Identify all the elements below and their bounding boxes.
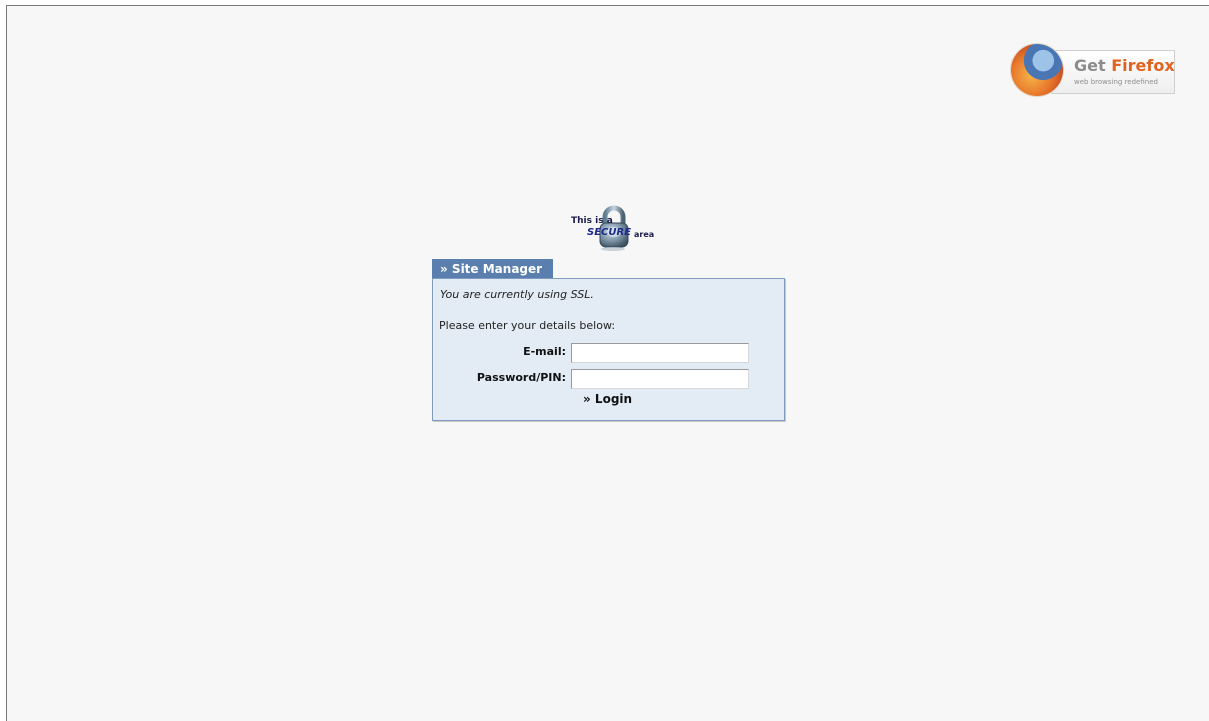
password-label: Password/PIN: [476, 371, 566, 384]
email-label: E-mail: [523, 345, 566, 358]
login-button[interactable]: » Login [583, 392, 632, 406]
browser-viewport: Get Firefox web browsing redefined This … [6, 5, 1209, 721]
email-field[interactable] [571, 343, 749, 363]
password-field[interactable] [571, 369, 749, 389]
site-manager-tab: » Site Manager [432, 259, 553, 279]
get-firefox-title: Get Firefox [1074, 56, 1175, 75]
get-firefox-tagline: web browsing redefined [1074, 78, 1158, 86]
ssl-notice: You are currently using SSL. [440, 288, 594, 301]
get-firefox-get-text: Get [1074, 56, 1106, 75]
secure-area-badge: This is a SECURE area [563, 205, 663, 255]
get-firefox-panel: Get Firefox web browsing redefined [1051, 50, 1175, 94]
secure-badge-this-is-a: This is a [571, 216, 613, 226]
secure-badge-secure-word: SECURE [587, 227, 632, 238]
get-firefox-button[interactable]: Get Firefox web browsing redefined [1011, 42, 1176, 96]
login-instructions: Please enter your details below: [439, 319, 616, 332]
get-firefox-brand-text: Firefox [1111, 56, 1175, 75]
firefox-globe-icon [1011, 44, 1063, 96]
secure-badge-area-word: area [634, 230, 655, 239]
login-panel: You are currently using SSL. Please ente… [432, 278, 785, 421]
